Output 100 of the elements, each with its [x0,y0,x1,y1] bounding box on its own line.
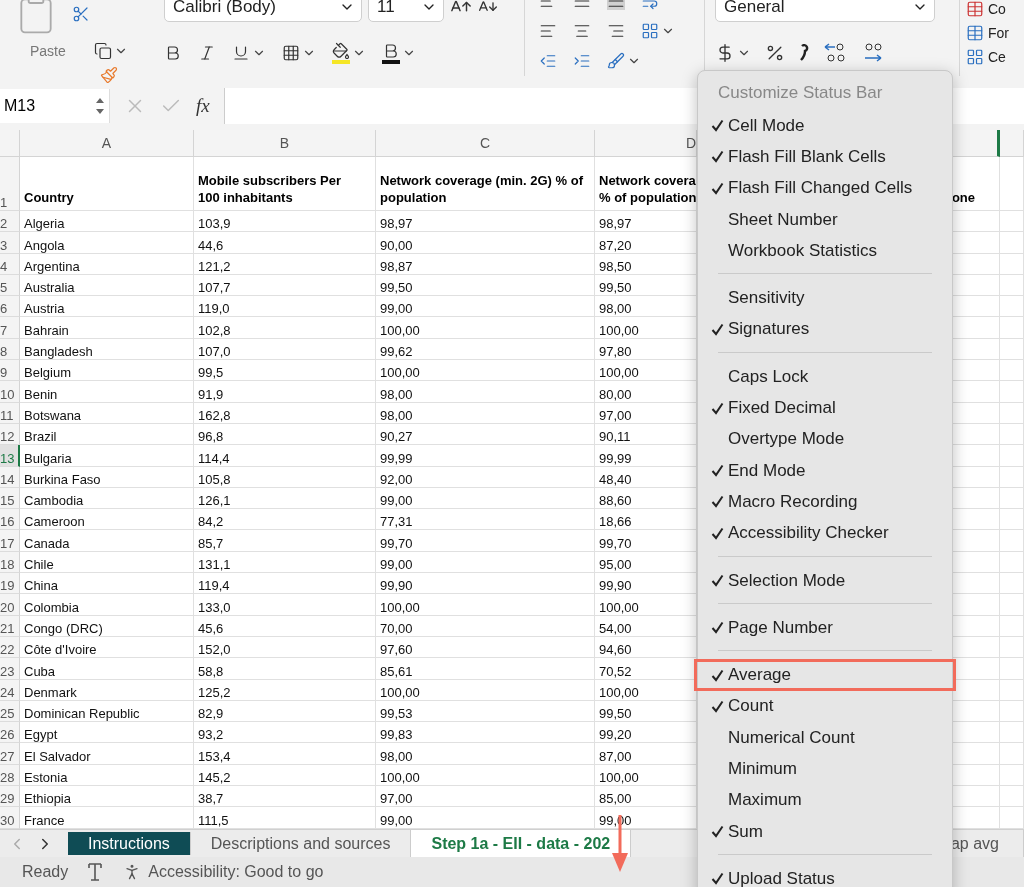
menu-item-label: Signatures [728,319,810,340]
row-header[interactable]: 2 [0,211,20,233]
row-header[interactable]: 5 [0,274,20,297]
table-cell: 99,99 [376,445,595,467]
row-header[interactable]: 18 [0,551,20,574]
menu-item[interactable]: Macro Recording [694,486,956,518]
header-cell: one [951,189,975,206]
cell-styles-icon[interactable] [966,48,984,66]
conditional-formatting-icon[interactable] [966,0,984,18]
align-left-icon[interactable] [539,22,557,40]
column-header[interactable]: A [20,130,194,157]
row-header[interactable]: 3 [0,232,20,254]
underline-icon[interactable] [232,44,250,62]
row-header[interactable]: 24 [0,679,20,701]
row-header[interactable]: 9 [0,360,20,382]
increase-decimal-icon[interactable] [823,42,847,64]
format-table-label[interactable]: For [988,25,1009,41]
row-header[interactable]: 17 [0,530,20,552]
merge-icon[interactable] [641,22,659,40]
format-painter-icon[interactable] [100,66,118,84]
row-header[interactable]: 15 [0,487,20,510]
column-header[interactable]: D [595,130,697,157]
table-cell: 85,7 [194,530,376,552]
row-header[interactable]: 21 [0,615,20,637]
row-header[interactable]: 6 [0,296,20,318]
row-header[interactable]: 10 [0,381,20,403]
italic-icon[interactable] [198,44,216,62]
menu-item[interactable]: Cell Mode [694,110,956,142]
accessibility-status[interactable]: Accessibility: Good to go [148,863,324,881]
row-header[interactable]: 13 [0,445,20,467]
menu-item[interactable]: Sensitivity [694,282,956,314]
menu-item[interactable]: Count [694,690,956,723]
conditional-formatting-label[interactable]: Co [988,1,1006,17]
menu-item-label: Upload Status [728,868,835,887]
row-header[interactable]: 11 [0,402,20,424]
borders-icon[interactable] [282,44,300,62]
menu-item[interactable]: Fixed Decimal [694,392,956,424]
row-header[interactable]: 25 [0,700,20,723]
menu-item[interactable]: Minimum [694,753,956,785]
row-header[interactable]: 22 [0,636,20,659]
macro-icon[interactable] [86,862,105,882]
decrease-indent-icon[interactable] [539,52,557,70]
menu-item[interactable]: End Mode [694,454,956,487]
row-header[interactable]: 29 [0,786,20,808]
menu-item-label: Selection Mode [728,570,846,591]
row-header[interactable]: 23 [0,658,20,680]
row-header[interactable]: 20 [0,594,20,616]
menu-item[interactable]: Numerical Count [694,722,956,754]
table-cell: 153,4 [194,743,376,765]
menu-item[interactable]: Overtype Mode [694,423,956,455]
row-header[interactable]: 28 [0,764,20,786]
menu-item[interactable]: Sheet Number [694,203,956,236]
cell-styles-label[interactable]: Ce [988,49,1006,65]
number-format-dropdown[interactable]: General [715,0,935,22]
percent-icon[interactable] [765,43,785,63]
row-header[interactable]: 14 [0,466,20,488]
font-size-dropdown[interactable]: 11 [368,0,444,22]
row-header[interactable]: 12 [0,423,20,446]
align-right-icon[interactable] [607,22,625,40]
name-box[interactable]: M13 [0,89,110,123]
copy-icon[interactable] [93,42,112,60]
row-header[interactable]: 4 [0,253,20,275]
table-cell: Côte d'Ivoire [20,636,194,659]
menu-item[interactable]: Upload Status [694,863,956,887]
menu-item[interactable]: Maximum [694,784,956,816]
sheet-tab[interactable]: Instructions [68,832,191,855]
column-header[interactable]: C [376,130,595,157]
table-cell: Bulgaria [20,445,194,467]
paste-label[interactable]: Paste [30,43,66,59]
font-name-dropdown[interactable]: Calibri (Body) [164,0,362,22]
menu-item[interactable]: Selection Mode [694,564,956,597]
align-center-icon[interactable] [573,22,591,40]
menu-item[interactable]: Average [694,659,956,691]
comma-icon[interactable] [799,44,809,62]
menu-item[interactable]: Signatures [694,313,956,346]
menu-item[interactable]: Accessibility Checker [694,517,956,549]
row-header[interactable]: 27 [0,743,20,765]
column-header[interactable]: B [194,130,376,157]
orientation-icon[interactable] [607,52,625,70]
font-color-icon[interactable] [382,42,400,64]
menu-item[interactable]: Workbook Statistics [694,235,956,267]
format-table-icon[interactable] [966,24,984,42]
increase-indent-icon[interactable] [573,52,591,70]
row-header[interactable]: 19 [0,573,20,595]
row-header[interactable]: 8 [0,338,20,361]
row-header[interactable]: 7 [0,317,20,339]
row-header[interactable]: 16 [0,509,20,531]
header-cell: Network covera % of population [599,172,696,206]
insert-function-button[interactable]: fx [196,95,210,117]
menu-item[interactable]: Caps Lock [694,361,956,393]
menu-item[interactable]: Page Number [694,612,956,644]
table-cell: 70,00 [376,615,595,637]
row-header[interactable]: 26 [0,722,20,744]
scissors-icon[interactable] [72,5,90,23]
row-header[interactable]: 1 [0,157,20,211]
row-header[interactable]: 30 [0,807,20,829]
menu-item-label: End Mode [728,460,806,481]
fill-color-icon[interactable] [332,42,350,64]
table-cell: Belgium [20,360,194,382]
sheet-tab[interactable]: Step 1a - EII - data - 202 [411,830,632,857]
